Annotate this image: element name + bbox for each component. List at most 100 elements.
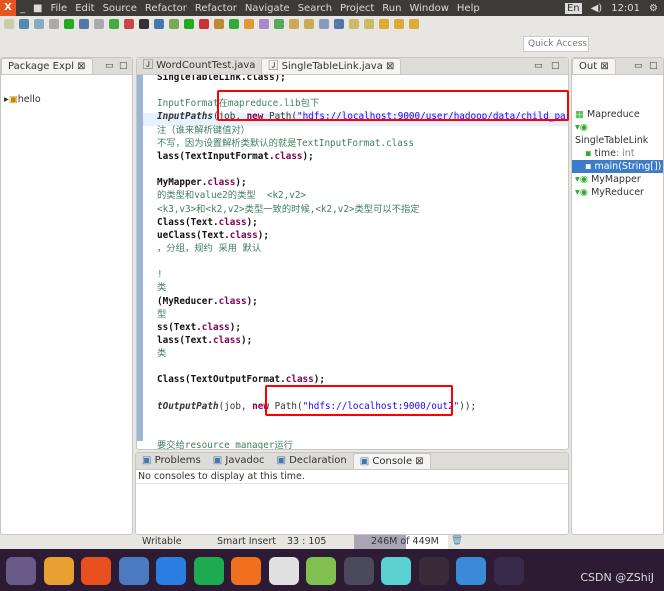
toolbar-button-icon[interactable] <box>244 19 254 29</box>
dock-app-icon[interactable] <box>493 557 524 585</box>
minimize-icon[interactable]: ▭ <box>534 61 543 71</box>
dock-app-icon[interactable] <box>156 557 186 585</box>
toolbar-button-icon[interactable] <box>334 19 344 29</box>
toolbar-button-icon[interactable] <box>319 19 329 29</box>
code-token: (MyReducer. <box>157 295 219 307</box>
toolbar-button-icon[interactable] <box>304 19 314 29</box>
toolbar-button-icon[interactable] <box>19 19 29 29</box>
clock[interactable]: 12:01 <box>611 3 640 14</box>
maximize-icon[interactable]: □ <box>119 61 128 71</box>
maximize-icon[interactable]: □ <box>649 61 658 71</box>
toolbar-button-icon[interactable] <box>364 19 374 29</box>
code-line: ，分组，规约 采用 默认 <box>157 242 261 255</box>
toolbar-button-icon[interactable] <box>49 19 59 29</box>
quick-access-input[interactable]: Quick Access <box>523 36 589 52</box>
code-line: SingleTableLink.class); <box>157 75 286 84</box>
outline-item[interactable]: ▾◉ MyReducer <box>572 186 663 199</box>
dock-app-icon[interactable] <box>6 557 36 585</box>
toolbar-button-icon[interactable] <box>214 19 224 29</box>
maximize-button[interactable]: ■ <box>33 3 42 14</box>
menu-refactor[interactable]: Refactor <box>145 3 187 14</box>
tab-package-explorer[interactable]: Package Expl ⊠ <box>1 58 93 74</box>
minimize-button[interactable]: _ <box>20 3 25 14</box>
tab-wordcounttest[interactable]: 🄹 WordCountTest.java <box>137 58 261 74</box>
toolbar-button-icon[interactable] <box>229 19 239 29</box>
menu-search[interactable]: Search <box>298 3 332 14</box>
toolbar-button-icon[interactable] <box>79 19 89 29</box>
code-token: ); <box>257 229 269 241</box>
code-token: 的类型和value2的类型 <k2,v2> <box>157 190 307 202</box>
dock: CSDN @ZShiJ <box>0 549 664 591</box>
code-line: lass(TextInputFormat.class); <box>157 150 314 163</box>
toolbar-button-icon[interactable] <box>259 19 269 29</box>
outline-item[interactable]: ▾◉ SingleTableLink <box>572 121 663 147</box>
toolbar-button-icon[interactable] <box>184 19 194 29</box>
dock-app-icon[interactable] <box>418 557 449 585</box>
code-line: 类 <box>157 281 166 294</box>
code-token: tOutputPath <box>157 400 219 412</box>
toolbar-button-icon[interactable] <box>394 19 404 29</box>
toolbar-button-icon[interactable] <box>109 19 119 29</box>
code-token: ); <box>313 374 325 386</box>
tree-item-hello[interactable]: ▸▣hello <box>1 93 132 106</box>
dock-app-icon[interactable] <box>343 557 374 585</box>
tab-console[interactable]: ▣ Console ⊠ <box>352 453 431 469</box>
tab-problems[interactable]: ▣ Problems <box>136 453 207 469</box>
tab-javadoc[interactable]: ▣ Javadoc <box>207 453 271 469</box>
settings-gear-icon[interactable]: ⚙ <box>649 3 658 14</box>
dock-app-icon[interactable] <box>306 557 336 585</box>
toolbar-button-icon[interactable] <box>289 19 299 29</box>
toolbar-button-icon[interactable] <box>94 19 104 29</box>
tab-label: Console <box>372 456 413 467</box>
menu-edit[interactable]: Edit <box>75 3 94 14</box>
watermark: CSDN @ZShiJ <box>580 571 654 584</box>
toolbar-button-icon[interactable] <box>124 19 134 29</box>
dock-app-icon[interactable] <box>381 557 411 585</box>
menu-project[interactable]: Project <box>340 3 374 14</box>
tab-declaration[interactable]: ▣ Declaration <box>270 453 352 469</box>
toolbar-button-icon[interactable] <box>34 19 44 29</box>
toolbar-button-icon[interactable] <box>409 19 419 29</box>
menu-help[interactable]: Help <box>457 3 480 14</box>
tab-outline[interactable]: Out ⊠ <box>572 58 616 74</box>
dock-app-icon[interactable] <box>456 557 486 585</box>
toolbar-button-icon[interactable] <box>199 19 209 29</box>
menu-source[interactable]: Source <box>103 3 137 14</box>
dock-app-icon[interactable] <box>43 557 74 585</box>
menu-navigate[interactable]: Navigate <box>245 3 290 14</box>
tab-singletablelink[interactable]: 🄹 SingleTableLink.java ⊠ <box>261 58 402 74</box>
code-token: Class(TextOutputFormat. <box>157 374 286 386</box>
toolbar-button-icon[interactable] <box>139 19 149 29</box>
menu-run[interactable]: Run <box>382 3 401 14</box>
outline-item[interactable]: ▾◉ MyMapper <box>572 173 663 186</box>
maximize-icon[interactable]: □ <box>551 61 560 71</box>
outline-item[interactable]: ▪ main(String[]) <box>572 160 663 173</box>
tab-label: Javadoc <box>225 455 265 466</box>
toolbar-button-icon[interactable] <box>64 19 74 29</box>
toolbar-button-icon[interactable] <box>274 19 284 29</box>
toolbar-button-icon[interactable] <box>379 19 389 29</box>
menu-refactor[interactable]: Refactor <box>195 3 237 14</box>
toolbar-button-icon[interactable] <box>349 19 359 29</box>
dock-app-icon[interactable] <box>81 557 111 585</box>
menu-file[interactable]: File <box>50 3 67 14</box>
dock-app-icon[interactable] <box>268 557 299 585</box>
code-token: class <box>285 374 314 386</box>
volume-icon[interactable]: ◀) <box>591 3 603 14</box>
minimize-icon[interactable]: ▭ <box>105 61 114 71</box>
keyboard-lang-indicator[interactable]: En <box>564 2 582 14</box>
toolbar-button-icon[interactable] <box>154 19 164 29</box>
dock-app-icon[interactable] <box>193 557 224 585</box>
garbage-collect-icon[interactable]: 🗑 <box>451 535 463 546</box>
code-token: MyMapper. <box>157 177 208 189</box>
dock-app-icon[interactable] <box>231 557 261 585</box>
close-window-button[interactable]: X <box>0 0 16 16</box>
dock-app-icon[interactable] <box>118 557 149 585</box>
menu-window[interactable]: Window <box>409 3 448 14</box>
heap-status[interactable]: 246M of 449M <box>354 535 448 549</box>
toolbar-button-icon[interactable] <box>4 19 14 29</box>
outline-item[interactable]: ▪ time: int <box>572 147 663 160</box>
toolbar-button-icon[interactable] <box>169 19 179 29</box>
outline-item[interactable]: ▦ Mapreduce <box>572 108 663 121</box>
minimize-icon[interactable]: ▭ <box>634 61 643 71</box>
